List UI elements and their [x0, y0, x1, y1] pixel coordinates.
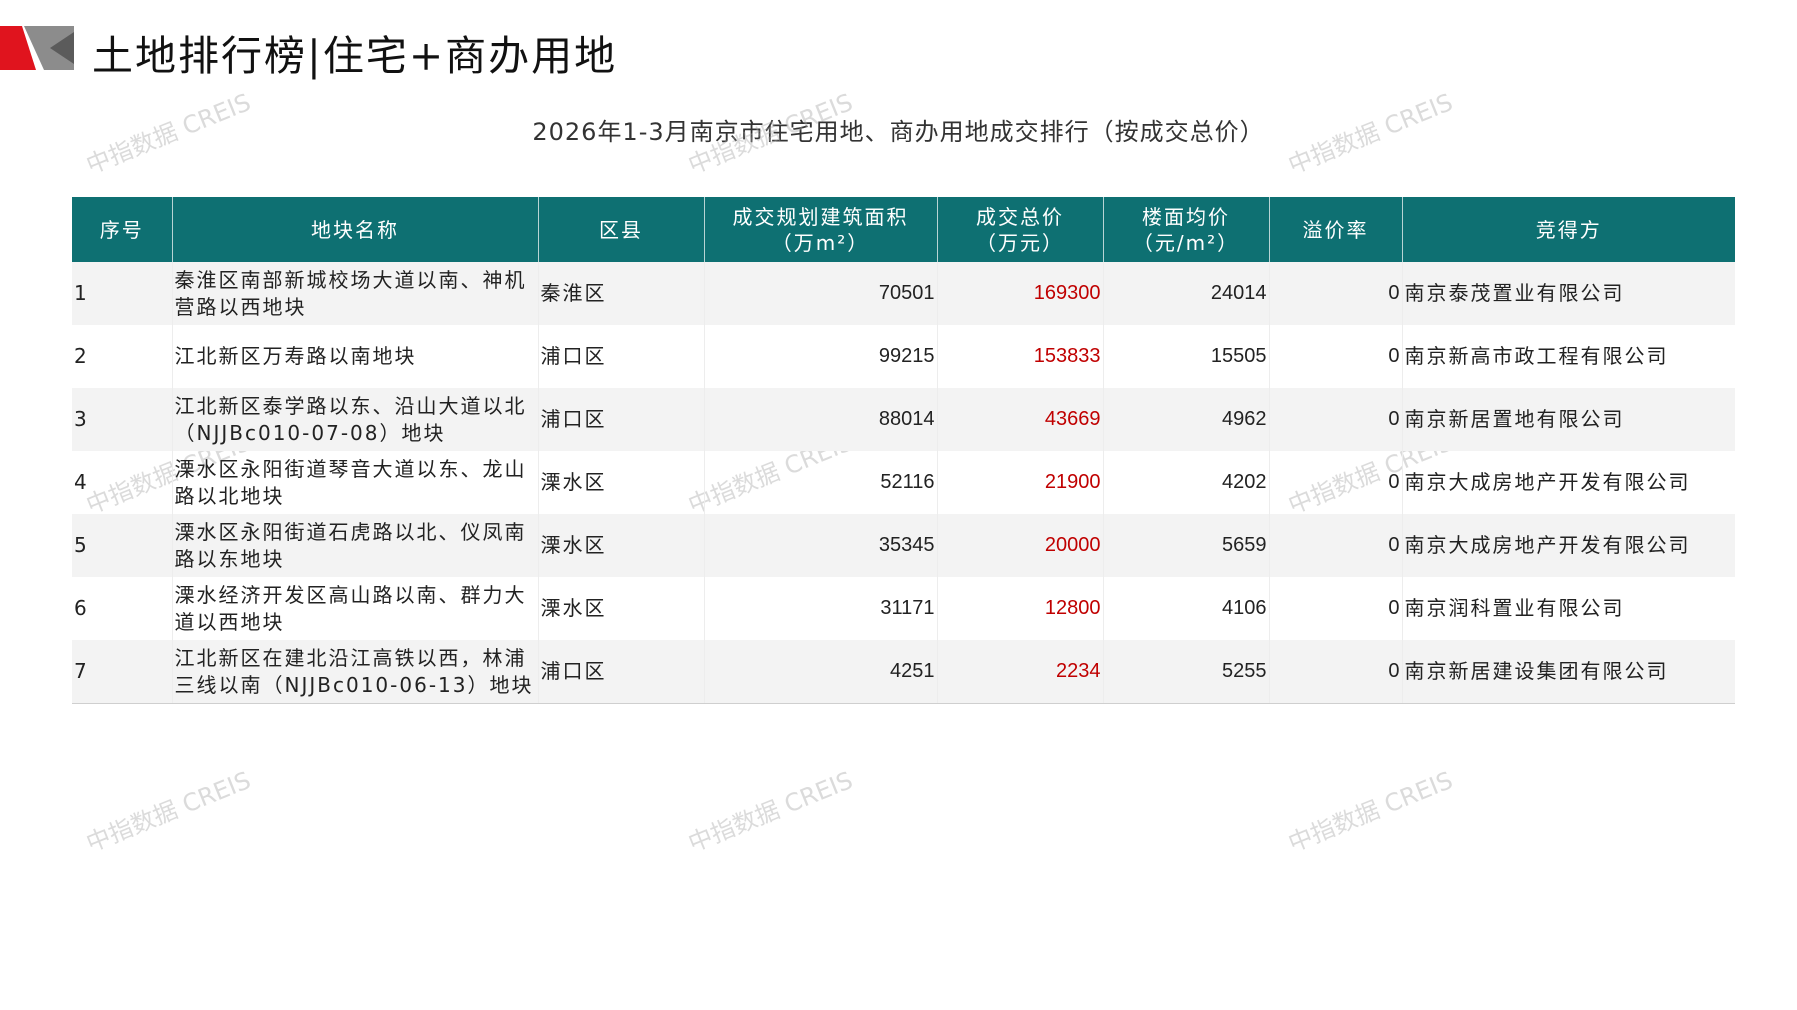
cell-area: 35345: [704, 514, 938, 577]
cell-unit-price: 4202: [1103, 451, 1270, 514]
header-label: 地块名称: [311, 217, 399, 242]
cell-district: 溧水区: [538, 451, 705, 514]
cell-winner: 南京泰茂置业有限公司: [1402, 262, 1735, 325]
cell-unit-price: 5659: [1103, 514, 1270, 577]
header-unit-price: 楼面均价 （元/m²）: [1103, 197, 1270, 262]
header-area: 成交规划建筑面积 （万m²）: [704, 197, 938, 262]
cell-rank: 7: [72, 640, 173, 704]
cell-total-price: 21900: [937, 451, 1104, 514]
cell-area: 70501: [704, 262, 938, 325]
cell-rank: 2: [72, 325, 173, 388]
table-row: 6 溧水经济开发区高山路以南、群力大道以西地块 溧水区 31171 12800 4106 0…: [72, 577, 1735, 640]
header-unit: （万元）: [976, 230, 1064, 255]
cell-winner: 南京新居置地有限公司: [1402, 388, 1735, 451]
cell-district: 溧水区: [538, 577, 705, 640]
cell-parcel-name: 溧水区永阳街道石虎路以北、仪凤南路以东地块: [172, 514, 539, 577]
watermark: 中指数据 CREIS: [82, 766, 255, 858]
cell-total-price: 2234: [937, 640, 1104, 704]
cell-parcel-name: 秦淮区南部新城校场大道以南、神机营路以西地块: [172, 262, 539, 325]
cell-premium-rate: 0: [1269, 451, 1403, 514]
cell-unit-price: 24014: [1103, 262, 1270, 325]
cell-district: 秦淮区: [538, 262, 705, 325]
logo-icon: [0, 26, 74, 70]
cell-rank: 1: [72, 262, 173, 325]
header-premium-rate: 溢价率: [1269, 197, 1403, 262]
cell-rank: 4: [72, 451, 173, 514]
header-label: 楼面均价: [1142, 204, 1230, 229]
header-rank: 序号: [72, 197, 173, 262]
header-label: 序号: [99, 217, 144, 242]
cell-premium-rate: 0: [1269, 577, 1403, 640]
cell-unit-price: 15505: [1103, 325, 1270, 388]
cell-premium-rate: 0: [1269, 514, 1403, 577]
table-row: 3 江北新区泰学路以东、沿山大道以北（NJJBc010-07-08）地块 浦口区 88…: [72, 388, 1735, 451]
cell-area: 4251: [704, 640, 938, 704]
header-label: 成交规划建筑面积: [732, 204, 909, 229]
watermark: 中指数据 CREIS: [1284, 766, 1457, 858]
cell-parcel-name: 溧水经济开发区高山路以南、群力大道以西地块: [172, 577, 539, 640]
cell-district: 浦口区: [538, 388, 705, 451]
cell-total-price: 12800: [937, 577, 1104, 640]
cell-winner: 南京新高市政工程有限公司: [1404, 344, 1669, 368]
table-body: 1 秦淮区南部新城校场大道以南、神机营路以西地块 秦淮区 70501 169300 240…: [72, 262, 1735, 704]
header-unit: （元/m²）: [1132, 230, 1240, 255]
header-unit: （万m²）: [771, 230, 870, 255]
cell-winner: 南京大成房地产开发有限公司: [1402, 514, 1735, 577]
header-label: 竞得方: [1535, 217, 1602, 242]
header-total-price: 成交总价 （万元）: [937, 197, 1104, 262]
cell-parcel-name: 江北新区泰学路以东、沿山大道以北（NJJBc010-07-08）地块: [172, 388, 539, 451]
cell-premium-rate: 0: [1269, 388, 1403, 451]
page-title: 土地排行榜|住宅+商办用地: [92, 32, 618, 80]
cell-parcel-name: 江北新区万寿路以南地块: [172, 325, 539, 388]
cell-total-price: 153833: [937, 325, 1104, 388]
cell-premium-rate: 0: [1269, 262, 1403, 325]
cell-rank: 6: [72, 577, 173, 640]
cell-total-price: 169300: [937, 262, 1104, 325]
header-label: 溢价率: [1302, 217, 1369, 242]
header-label: 成交总价: [976, 204, 1064, 229]
table-header-row: 序号 地块名称 区县 成交规划建筑面积 （万m²） 成交总价 （万元） 楼面均价 （元/m²）溢…: [72, 197, 1735, 262]
header-parcel-name: 地块名称: [172, 197, 539, 262]
cell-parcel-name: 江北新区在建北沿江高铁以西，林浦三线以南（NJJBc010-06-13）地块: [172, 640, 539, 704]
cell-rank: 3: [72, 388, 173, 451]
cell-unit-price: 5255: [1103, 640, 1270, 704]
header-label: 区县: [599, 217, 643, 242]
table-row: 7 江北新区在建北沿江高铁以西，林浦三线以南（NJJBc010-06-13）地块浦…: [72, 640, 1735, 704]
table-title: 2026年1-3月南京市住宅用地、商办用地成交排行（按成交总价）: [532, 118, 1265, 146]
cell-winner: 南京新居建设集团有限公司: [1402, 640, 1735, 704]
header-district: 区县: [538, 197, 705, 262]
cell-premium-rate: 0: [1269, 640, 1403, 704]
cell-area: 31171: [704, 577, 938, 640]
cell-rank: 5: [72, 514, 173, 577]
cell-total-price: 43669: [937, 388, 1104, 451]
cell-premium-rate: 0: [1269, 325, 1403, 388]
cell-winner: 南京润科置业有限公司: [1404, 596, 1625, 620]
cell-area: 99215: [704, 325, 938, 388]
ranking-table: 序号 地块名称 区县 成交规划建筑面积 （万m²） 成交总价 （万元） 楼面均价 （元/m²）溢…: [72, 197, 1735, 704]
cell-total-price: 20000: [937, 514, 1104, 577]
watermark: 中指数据 CREIS: [684, 766, 857, 858]
table-row: 2 江北新区万寿路以南地块 浦口区 99215 153833 15505 0 南京新高市政工程…: [72, 325, 1735, 388]
cell-parcel-name: 溧水区永阳街道琴音大道以东、龙山路以北地块: [172, 451, 539, 514]
table-row: 4 溧水区永阳街道琴音大道以东、龙山路以北地块 溧水区 52116 21900 4202 0…: [72, 451, 1735, 514]
table-row: 1 秦淮区南部新城校场大道以南、神机营路以西地块 秦淮区 70501 169300 240…: [72, 262, 1735, 325]
cell-district: 溧水区: [538, 514, 705, 577]
cell-district: 浦口区: [538, 640, 705, 704]
cell-area: 88014: [704, 388, 938, 451]
header-winner: 竞得方: [1402, 197, 1735, 262]
cell-district: 浦口区: [538, 325, 705, 388]
cell-area: 52116: [704, 451, 938, 514]
table-row: 5 溧水区永阳街道石虎路以北、仪凤南路以东地块 溧水区 35345 20000 5659 0…: [72, 514, 1735, 577]
cell-winner: 南京大成房地产开发有限公司: [1404, 470, 1691, 494]
cell-unit-price: 4106: [1103, 577, 1270, 640]
cell-unit-price: 4962: [1103, 388, 1270, 451]
